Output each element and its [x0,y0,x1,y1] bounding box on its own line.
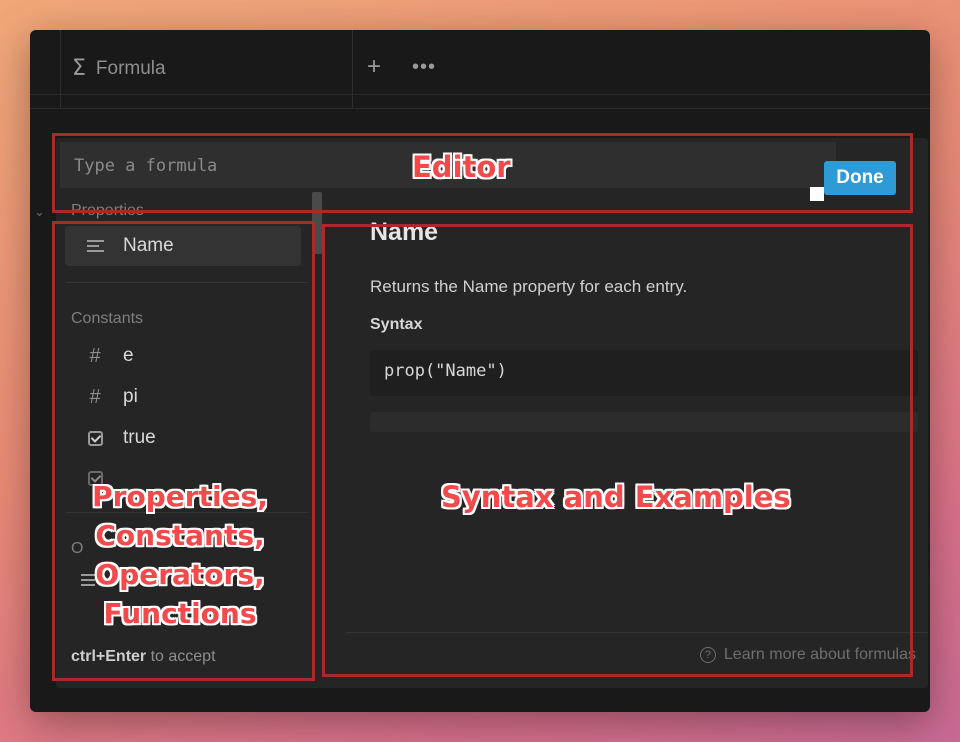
column-header: Σ Formula + ••• [30,30,930,109]
annotation-line: Operators, [95,558,265,591]
column-title-label: Formula [95,57,166,79]
annotation-line: Constants, [95,519,265,552]
editor-annotation-label: Editor [412,150,511,184]
chevron-down-icon[interactable]: ⌄ [34,204,45,220]
add-column-button[interactable]: + [367,54,381,80]
annotation-line: Properties, [92,480,268,513]
formula-column-title[interactable]: Σ Formula [72,56,166,81]
column-divider [60,30,61,108]
sigma-icon: Σ [72,56,86,81]
column-divider [352,30,353,108]
more-options-icon[interactable]: ••• [412,54,436,80]
right-annotation-box [322,224,913,677]
annotation-line: Functions [103,597,257,630]
header-row-divider [30,94,930,95]
left-annotation-label: Properties, Constants, Operators, Functi… [80,477,280,633]
right-annotation-label: Syntax and Examples [441,480,791,514]
